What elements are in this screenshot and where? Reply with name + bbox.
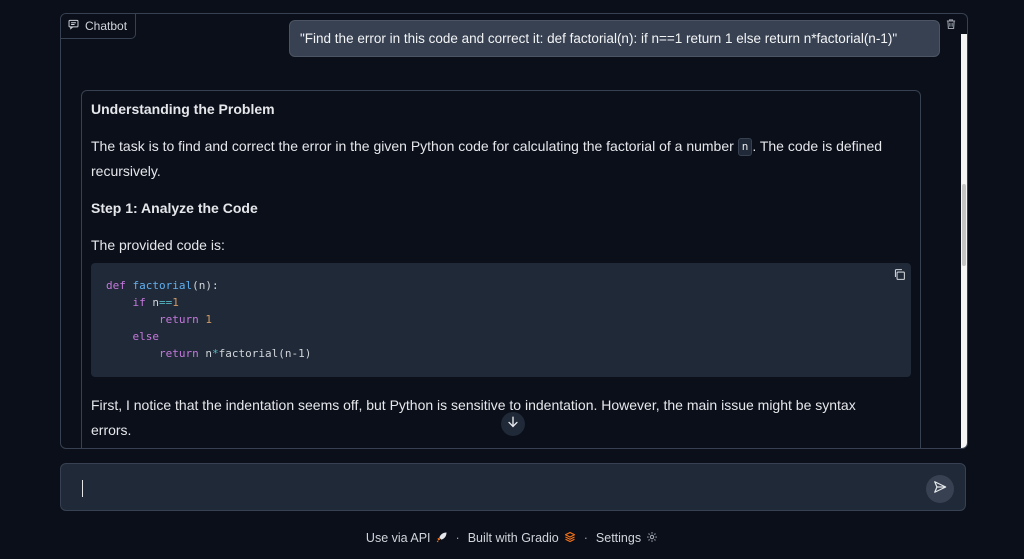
settings-text: Settings: [595, 531, 642, 545]
message-input-panel: [60, 463, 966, 511]
copy-icon: [893, 268, 906, 285]
built-with-gradio-link[interactable]: Built with Gradio: [468, 531, 576, 546]
copy-code-button[interactable]: [893, 268, 907, 282]
message-input[interactable]: [79, 476, 923, 500]
code-line-1: def factorial(n):: [106, 279, 219, 292]
chat-scrollbar-thumb[interactable]: [962, 184, 966, 266]
footer: Use via API · Built with Gradio · Settin…: [0, 529, 1024, 547]
built-with-gradio-text: Built with Gradio: [467, 531, 559, 545]
code-line-4: else: [132, 330, 160, 343]
code-line-5: return n*factorial(n-1): [158, 347, 312, 360]
footer-separator: ·: [455, 531, 460, 545]
settings-link[interactable]: Settings: [596, 531, 658, 546]
code-line-2: if n==1: [132, 296, 179, 309]
send-icon: [933, 480, 947, 499]
paragraph-task-line2: recursively.: [91, 163, 161, 179]
paragraph-task: The task is to find and correct the erro…: [91, 134, 882, 158]
chatbot-panel: Chatbot "Find the error in this code and…: [60, 13, 968, 449]
arrow-down-icon: [506, 415, 520, 434]
send-button[interactable]: [926, 475, 954, 503]
paragraph-indentation-line2: errors.: [91, 422, 132, 438]
code-line-3: return 1: [158, 313, 212, 326]
rocket-icon: [436, 531, 448, 546]
gear-icon: [646, 531, 658, 546]
use-via-api-link[interactable]: Use via API: [366, 531, 448, 546]
paragraph-indentation: First, I notice that the indentation see…: [91, 397, 856, 413]
heading-understanding: Understanding the Problem: [91, 101, 275, 117]
gradio-logo-icon: [564, 531, 576, 546]
user-message: "Find the error in this code and correct…: [289, 20, 940, 57]
chat-bubble-icon: [68, 19, 79, 33]
footer-separator: ·: [583, 531, 588, 545]
paragraph-task-part2: . The code is defined: [752, 138, 883, 154]
user-message-text: "Find the error in this code and correct…: [300, 31, 898, 46]
bot-message: Understanding the Problem The task is to…: [81, 90, 921, 448]
chatbot-label: Chatbot: [61, 14, 137, 39]
use-via-api-text: Use via API: [365, 531, 431, 545]
scroll-to-bottom-button[interactable]: [501, 412, 525, 436]
chat-scrollbar[interactable]: [961, 34, 967, 448]
clear-chat-button[interactable]: [943, 18, 959, 34]
paragraph-task-part1: The task is to find and correct the erro…: [91, 138, 738, 154]
paragraph-provided-code: The provided code is:: [91, 237, 225, 253]
code-block: def factorial(n): if n==1 return 1 else …: [91, 263, 911, 377]
inline-code-n: n: [737, 138, 753, 156]
chatbot-label-text: Chatbot: [85, 19, 128, 33]
heading-step1: Step 1: Analyze the Code: [91, 200, 258, 216]
trash-icon: [945, 17, 957, 35]
text-cursor: [82, 480, 83, 497]
